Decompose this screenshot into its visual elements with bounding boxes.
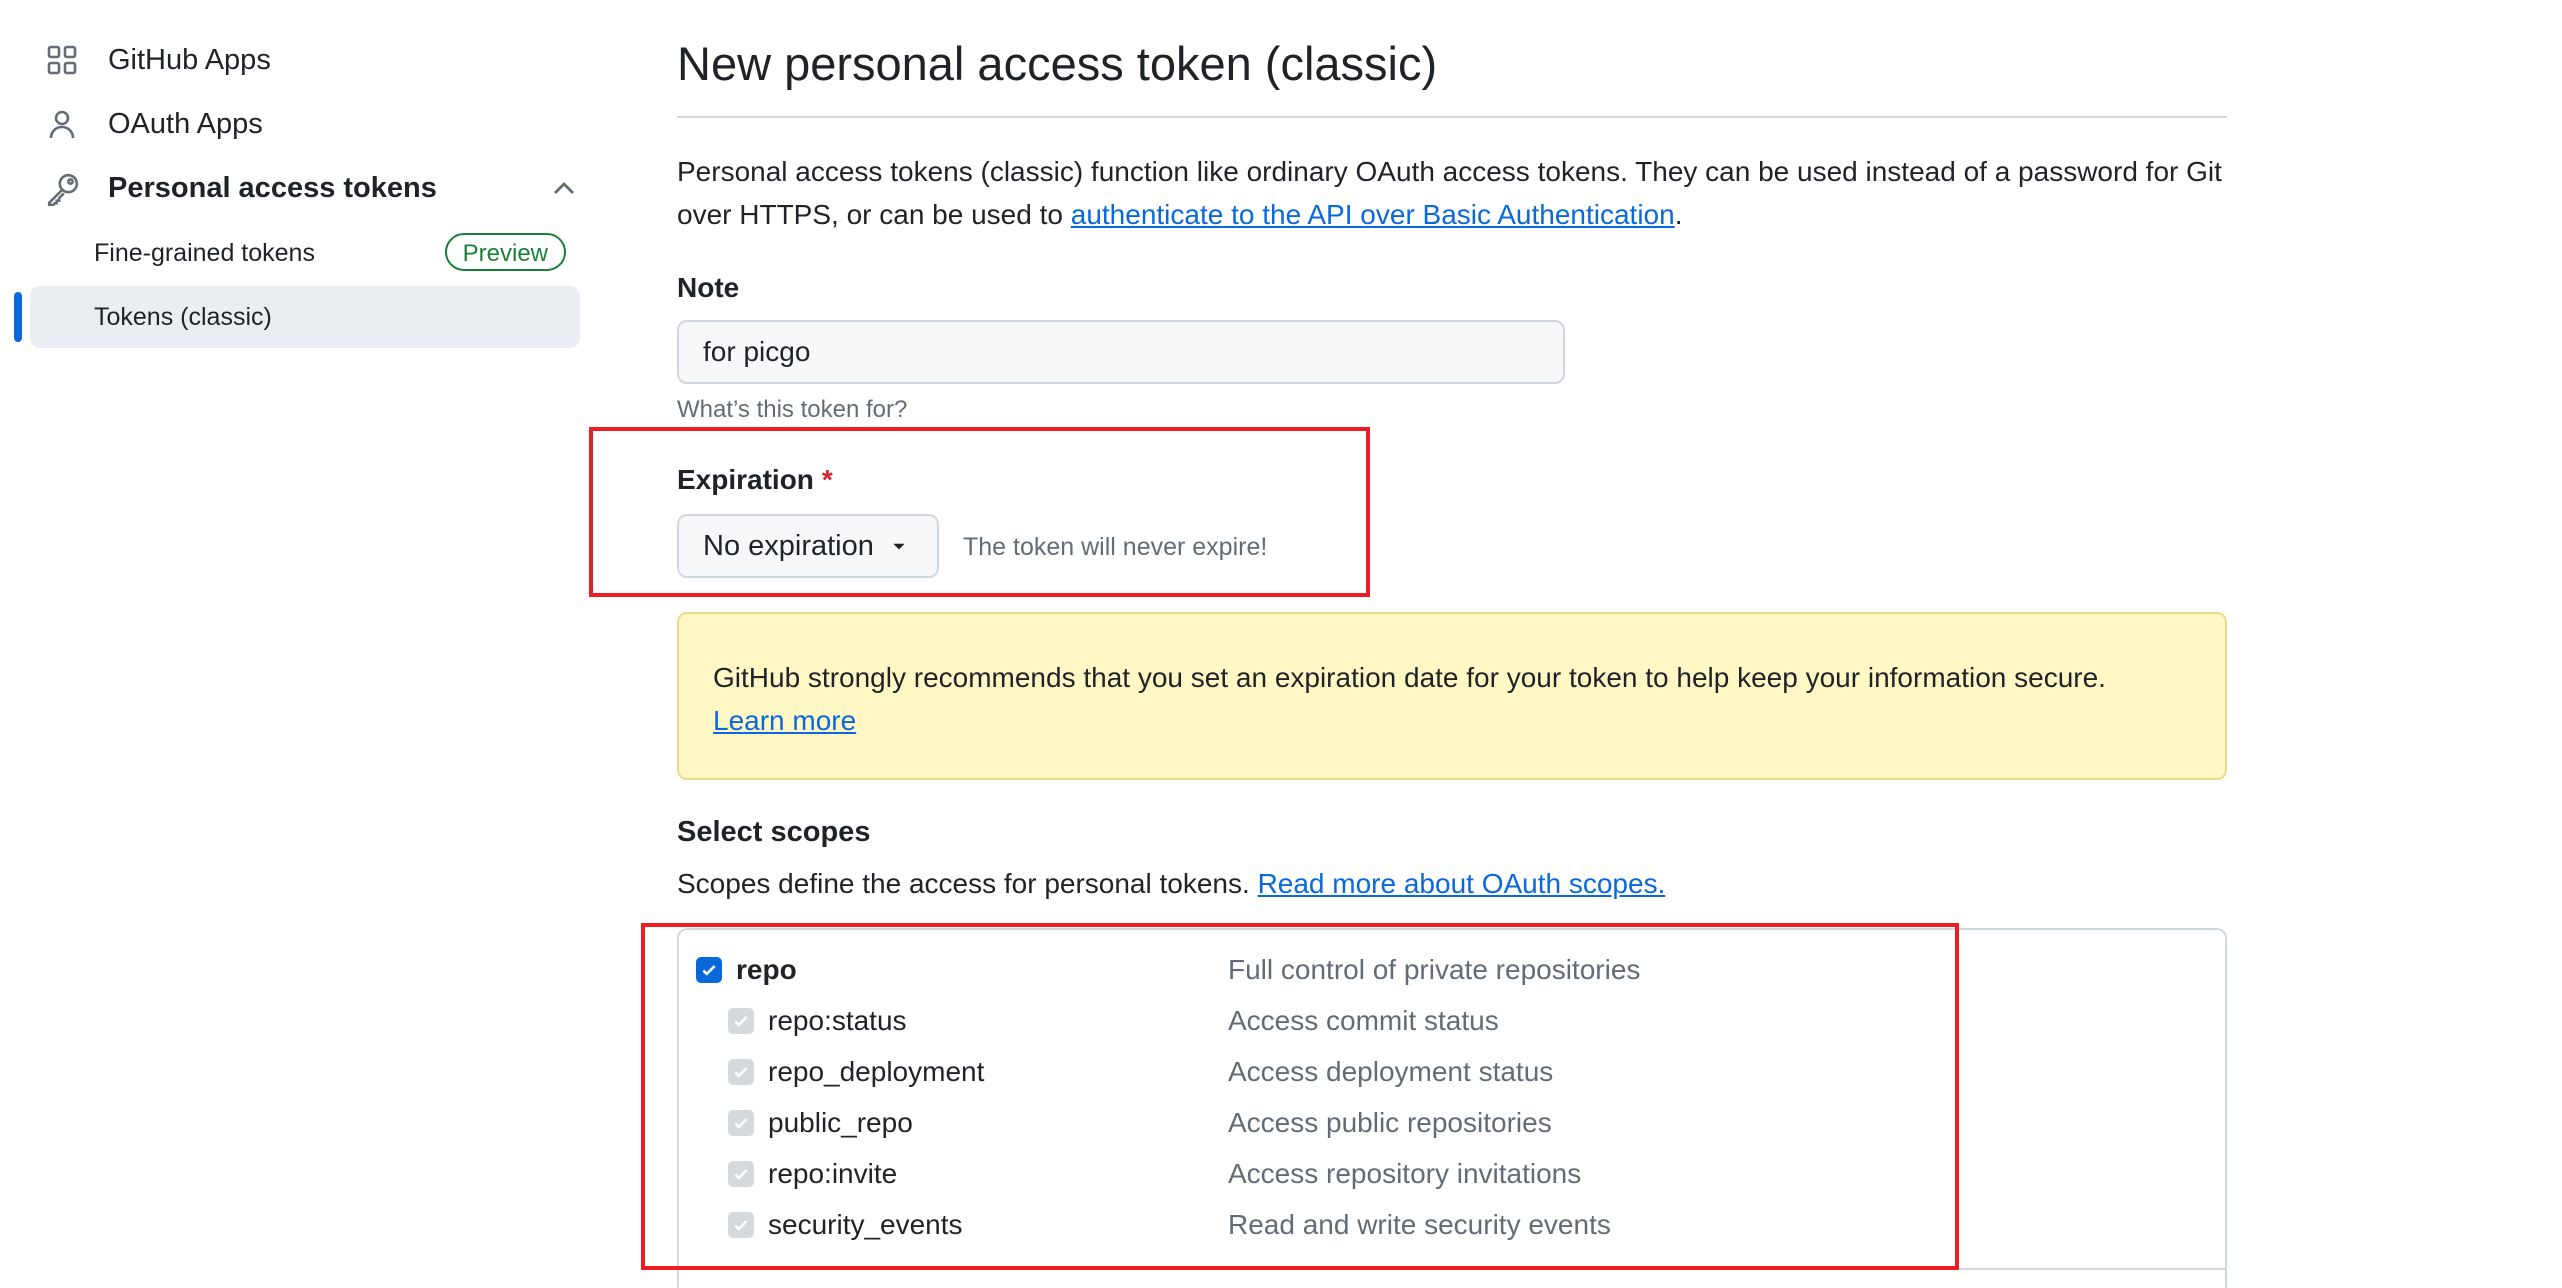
scope-name: repo:status (768, 1005, 907, 1036)
scope-name: repo:invite (768, 1158, 898, 1189)
sidebar-item-github-apps[interactable]: GitHub Apps (30, 30, 580, 90)
checkmark-icon (734, 1118, 748, 1129)
oauth-scopes-link[interactable]: Read more about OAuth scopes. (1258, 868, 1666, 899)
scope-row-security-events[interactable]: security_events Read and write security … (679, 1199, 2229, 1249)
scope-row-repo-invite[interactable]: repo:invite Access repository invitation… (679, 1148, 2229, 1198)
scope-row-repo[interactable]: repo Full control of private repositorie… (679, 944, 2229, 994)
checkbox-checked-disabled[interactable] (728, 1212, 754, 1238)
required-mark: * (821, 464, 833, 495)
checkbox-checked-disabled[interactable] (728, 1008, 754, 1034)
expiration-select[interactable]: No expiration (677, 514, 939, 578)
chevron-up-icon[interactable] (548, 172, 580, 204)
sidebar-item-label: OAuth Apps (108, 107, 263, 140)
apps-grid-icon (46, 44, 78, 76)
sidebar-subitem-label: Fine-grained tokens (94, 238, 315, 267)
learn-more-link[interactable]: Learn more (713, 705, 856, 736)
sidebar-item-label: Personal access tokens (108, 171, 437, 204)
expiration-label: Expiration * (677, 464, 833, 495)
checkbox-checked-disabled[interactable] (728, 1110, 754, 1136)
scope-description: Access deployment status (1228, 1056, 1554, 1087)
checkmark-icon (734, 1016, 748, 1027)
scope-name: security_events (768, 1209, 963, 1240)
page-title: New personal access token (classic) (677, 37, 1438, 90)
scope-description: Access repository invitations (1228, 1158, 1582, 1189)
active-indicator (14, 292, 22, 342)
sidebar-subitem-fine-grained-tokens[interactable]: Fine-grained tokens Preview (30, 222, 580, 284)
sidebar-item-oauth-apps[interactable]: OAuth Apps (30, 94, 580, 154)
scope-name: repo (736, 954, 797, 985)
scope-group-divider (677, 1268, 2227, 1270)
sidebar-subitem-label: Tokens (classic) (94, 302, 272, 331)
checkmark-icon (702, 965, 716, 976)
preview-badge: Preview (444, 233, 566, 271)
checkbox-checked[interactable] (696, 957, 722, 983)
scopes-list: repo Full control of private repositorie… (677, 928, 2227, 1288)
scope-description: Access commit status (1228, 1005, 1499, 1036)
sidebar-item-label: GitHub Apps (108, 43, 271, 76)
scope-row-repo-status[interactable]: repo:status Access commit status (679, 995, 2229, 1045)
scope-row-repo-deployment[interactable]: repo_deployment Access deployment status (679, 1046, 2229, 1096)
caret-down-icon (890, 537, 908, 555)
person-icon (46, 108, 78, 140)
scope-row-public-repo[interactable]: public_repo Access public repositories (679, 1097, 2229, 1147)
basic-auth-link[interactable]: authenticate to the API over Basic Authe… (1071, 199, 1675, 230)
checkmark-icon (734, 1220, 748, 1231)
expiration-selected-value: No expiration (703, 529, 874, 562)
note-hint: What’s this token for? (677, 396, 908, 423)
select-scopes-heading: Select scopes (677, 816, 871, 848)
sidebar-item-personal-access-tokens[interactable]: Personal access tokens (30, 158, 580, 218)
checkbox-checked-disabled[interactable] (728, 1161, 754, 1187)
scope-description: Full control of private repositories (1228, 954, 1641, 985)
intro-text: Personal access tokens (classic) functio… (677, 156, 2222, 230)
scope-name: repo_deployment (768, 1056, 985, 1087)
checkbox-checked-disabled[interactable] (728, 1059, 754, 1085)
expiration-warning-banner: GitHub strongly recommends that you set … (677, 612, 2227, 780)
checkmark-icon (734, 1169, 748, 1180)
key-icon (46, 172, 79, 206)
checkmark-icon (734, 1067, 748, 1078)
sidebar-subitem-tokens-classic[interactable]: Tokens (classic) (14, 286, 580, 348)
title-divider (677, 116, 2227, 118)
scope-description: Access public repositories (1228, 1107, 1552, 1138)
scope-description: Read and write security events (1228, 1209, 1611, 1240)
scope-name: public_repo (768, 1107, 913, 1138)
note-label: Note (677, 272, 740, 303)
note-input[interactable] (677, 320, 1565, 384)
expiration-note: The token will never expire! (963, 533, 1268, 561)
scopes-description: Scopes define the access for personal to… (677, 868, 1666, 899)
